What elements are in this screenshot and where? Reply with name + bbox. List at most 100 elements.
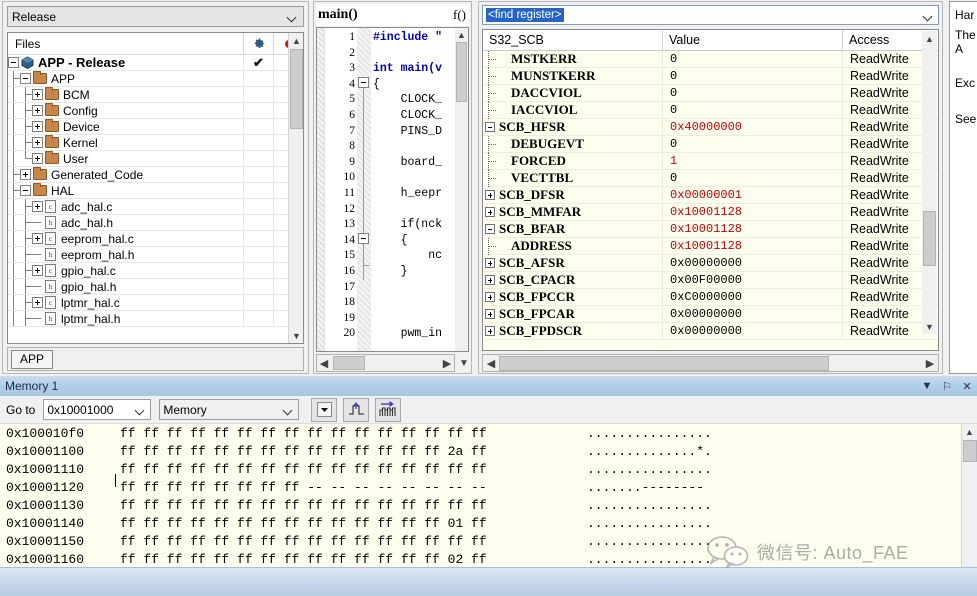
memory-row[interactable]: 0x10001100ff ff ff ff ff ff ff ff ff ff … [0,442,977,460]
register-row[interactable]: ADDRESS0x10001128ReadWrite [483,238,938,255]
scroll-right-arrow-icon[interactable]: ▶ [440,357,454,370]
editor-fold-column[interactable] [357,28,371,351]
scroll-up-arrow-icon[interactable]: ▲ [289,33,304,48]
memory-mode-dropdown[interactable]: Memory [159,399,299,420]
register-row[interactable]: SCB_FPCCR0xC0000000ReadWrite [483,289,938,306]
memory-hex-bytes[interactable]: ff ff ff ff ff ff ff ff ff ff ff ff ff f… [120,534,575,549]
memory-row[interactable]: 0x10001120ff ff ff ff ff ff ff ff -- -- … [0,478,977,496]
tree-row[interactable]: Config [8,103,303,119]
expander-icon[interactable] [8,57,19,68]
editor-hscroll-thumb[interactable] [333,356,365,370]
fold-box-if[interactable] [358,233,369,244]
expander-icon[interactable] [32,89,43,100]
memory-scroll-up-icon[interactable]: ▲ [962,424,977,439]
chevron-down-icon[interactable] [922,9,935,22]
register-row[interactable]: DACCVIOL0ReadWrite [483,85,938,102]
register-value[interactable]: 0x10001128 [663,238,843,254]
expander-icon[interactable] [485,190,495,200]
expander-icon[interactable] [32,201,43,212]
register-row[interactable]: VECTTBL0ReadWrite [483,170,938,187]
fill-memory-button[interactable] [343,398,369,422]
export-memory-button[interactable] [375,398,401,422]
register-row[interactable]: IACCVIOL0ReadWrite [483,102,938,119]
register-row[interactable]: SCB_FPDSCR0x00000000ReadWrite [483,323,938,340]
register-value[interactable]: 0 [663,85,843,101]
memory-hex-bytes[interactable]: ff ff ff ff ff ff ff ff ff ff ff ff ff f… [120,516,575,531]
tree-row[interactable]: cadc_hal.c [8,199,303,215]
expander-icon[interactable] [485,224,495,234]
expander-icon[interactable] [485,207,495,217]
expander-icon[interactable] [32,121,43,132]
tree-row[interactable]: HAL [8,183,303,199]
memory-scrollbar-thumb[interactable] [963,440,977,462]
memory-row[interactable]: 0x10001150ff ff ff ff ff ff ff ff ff ff … [0,532,977,550]
scrollbar-thumb[interactable] [290,49,303,129]
scroll-right-arrow-icon[interactable]: ▶ [922,357,938,370]
expander-icon[interactable] [485,275,495,285]
tree-row[interactable]: clptmr_hal.c [8,295,303,311]
register-row[interactable]: SCB_CPACR0x00F00000ReadWrite [483,272,938,289]
editor-vertical-scrollbar[interactable]: ▲ [455,28,468,351]
expander-icon[interactable] [485,309,495,319]
dropdown-arrow-button[interactable] [311,398,337,422]
register-value[interactable]: 0 [663,102,843,118]
expander-icon[interactable] [32,265,43,276]
register-row[interactable]: DEBUGEVT0ReadWrite [483,136,938,153]
memory-hex-bytes[interactable]: ff ff ff ff ff ff ff ff ff ff ff ff ff f… [120,552,575,567]
expander-icon[interactable] [485,258,495,268]
register-hscroll-thumb[interactable] [499,356,829,371]
memory-hex-bytes[interactable]: ff ff ff ff ff ff ff ff ff ff ff ff ff f… [120,498,575,513]
memory-hex-view[interactable]: 0x100010f0ff ff ff ff ff ff ff ff ff ff … [0,424,977,567]
expander-icon[interactable] [20,185,31,196]
tree-row[interactable]: Device [8,119,303,135]
tree-row[interactable]: hadc_hal.h [8,215,303,231]
build-configuration-dropdown[interactable]: Release [7,6,304,27]
register-hscroll-track[interactable] [499,356,922,371]
memory-row[interactable]: 0x10001140ff ff ff ff ff ff ff ff ff ff … [0,514,977,532]
register-row[interactable]: SCB_FPCAR0x00000000ReadWrite [483,306,938,323]
register-value[interactable]: 1 [663,153,843,169]
register-row[interactable]: SCB_DFSR0x00000001ReadWrite [483,187,938,204]
expander-icon[interactable] [32,233,43,244]
editor-scroll-up-icon[interactable]: ▲ [455,28,468,42]
register-value[interactable]: 0x00000000 [663,323,843,339]
scroll-left-arrow-icon[interactable]: ◀ [483,357,499,370]
expander-icon[interactable] [485,326,495,336]
tree-row[interactable]: hlptmr_hal.h [8,311,303,327]
register-row[interactable]: SCB_MMFAR0x10001128ReadWrite [483,204,938,221]
expander-icon[interactable] [32,153,43,164]
register-value[interactable]: 0xC0000000 [663,289,843,305]
register-row[interactable]: FORCED1ReadWrite [483,153,938,170]
find-register-input[interactable]: <find register> [482,5,939,25]
register-value[interactable]: 0x00000000 [663,255,843,271]
function-navigator-icon[interactable]: f() [453,7,469,23]
register-scroll-up-icon[interactable]: ▲ [922,31,937,46]
register-scroll-down-icon[interactable]: ▼ [922,319,937,334]
tree-row[interactable]: ceeprom_hal.c [8,231,303,247]
expander-icon[interactable] [485,292,495,302]
register-value[interactable]: 0x00000000 [663,306,843,322]
tab-app[interactable]: APP [11,350,53,369]
gear-icon[interactable] [243,33,273,55]
memory-row[interactable]: 0x10001130ff ff ff ff ff ff ff ff ff ff … [0,496,977,514]
tree-row[interactable]: APP [8,71,303,87]
memory-row[interactable]: 0x100010f0ff ff ff ff ff ff ff ff ff ff … [0,424,977,442]
register-value[interactable]: 0x00000001 [663,187,843,203]
fold-box-main[interactable] [358,77,369,88]
register-value[interactable]: 0x40000000 [663,119,843,135]
tree-row[interactable]: Kernel [8,135,303,151]
tree-row[interactable]: Generated_Code [8,167,303,183]
register-value[interactable]: 0x10001128 [663,204,843,220]
register-value[interactable]: 0 [663,68,843,84]
register-value[interactable]: 0x00F00000 [663,272,843,288]
editor-scrollbar-thumb[interactable] [456,42,467,102]
scroll-left-arrow-icon[interactable]: ◀ [317,357,331,370]
register-value[interactable]: 0 [663,51,843,67]
editor-horizontal-scrollbar[interactable]: ◀ ▶ [316,354,455,372]
memory-hex-bytes[interactable]: ff ff ff ff ff ff ff ff -- -- -- -- -- -… [120,480,575,495]
memory-row[interactable]: 0x10001110ff ff ff ff ff ff ff ff ff ff … [0,460,977,478]
register-vertical-scrollbar[interactable]: ▲ ▼ [922,31,937,334]
close-icon[interactable]: ✕ [957,380,977,393]
tree-row[interactable]: User [8,151,303,167]
tree-row[interactable]: hgpio_hal.h [8,279,303,295]
